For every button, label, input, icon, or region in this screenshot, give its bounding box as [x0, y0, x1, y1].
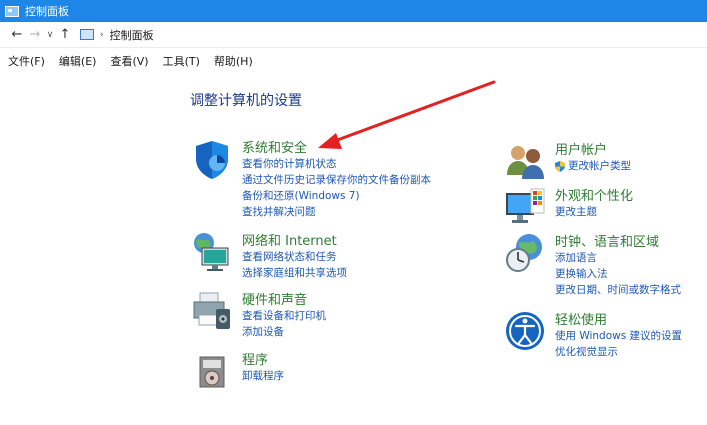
title-bar: 控制面板 — [0, 0, 707, 22]
control-panel-small-icon — [80, 29, 94, 40]
breadcrumb-control-panel[interactable]: 控制面板 — [110, 27, 154, 43]
breadcrumb-chevron-icon[interactable]: › — [100, 30, 104, 40]
up-arrow-icon[interactable]: ↑ — [56, 26, 74, 44]
link-file-history[interactable]: 通过文件历史记录保存你的文件备份副本 — [242, 172, 431, 188]
category-title[interactable]: 网络和 Internet — [242, 230, 337, 249]
category-title[interactable]: 程序 — [242, 349, 268, 368]
menu-edit[interactable]: 编辑(E) — [59, 53, 97, 69]
page-title: 调整计算机的设置 — [190, 93, 302, 109]
users-icon[interactable] — [503, 139, 547, 183]
link-change-account-type[interactable]: 更改帐户类型 — [555, 158, 631, 174]
menu-help[interactable]: 帮助(H) — [214, 53, 253, 69]
category-title[interactable]: 外观和个性化 — [555, 185, 633, 204]
category-title[interactable]: 轻松使用 — [555, 309, 607, 328]
printer-icon[interactable] — [190, 289, 234, 333]
link-network-status[interactable]: 查看网络状态和任务 — [242, 249, 347, 265]
link-optimize-display[interactable]: 优化视觉显示 — [555, 344, 682, 360]
category-links: 更改帐户类型 — [555, 158, 631, 174]
link-change-theme[interactable]: 更改主题 — [555, 204, 597, 220]
menu-view[interactable]: 查看(V) — [110, 53, 148, 69]
link-recommended-settings[interactable]: 使用 Windows 建议的设置 — [555, 328, 682, 344]
navigation-bar: ← → ∨ ↑ › 控制面板 — [0, 22, 707, 48]
display-palette-icon[interactable] — [503, 185, 547, 229]
window-title: 控制面板 — [25, 5, 69, 18]
link-troubleshoot[interactable]: 查找并解决问题 — [242, 204, 431, 220]
control-panel-icon — [5, 5, 19, 17]
category-title[interactable]: 系统和安全 — [242, 137, 307, 156]
menu-tools[interactable]: 工具(T) — [163, 53, 200, 69]
ease-of-access-icon[interactable] — [503, 309, 547, 353]
link-add-device[interactable]: 添加设备 — [242, 324, 326, 340]
category-links: 查看设备和打印机 添加设备 — [242, 308, 326, 340]
link-change-input-method[interactable]: 更换输入法 — [555, 266, 681, 282]
category-links: 卸载程序 — [242, 368, 284, 384]
network-globe-icon[interactable] — [190, 230, 234, 274]
address-box[interactable]: › 控制面板 — [80, 25, 154, 45]
back-arrow-icon[interactable]: ← — [8, 26, 26, 44]
category-title[interactable]: 用户帐户 — [555, 139, 607, 158]
link-backup-restore[interactable]: 备份和还原(Windows 7) — [242, 188, 431, 204]
link-devices-printers[interactable]: 查看设备和打印机 — [242, 308, 326, 324]
category-title[interactable]: 硬件和声音 — [242, 289, 307, 308]
link-date-time-format[interactable]: 更改日期、时间或数字格式 — [555, 282, 681, 298]
programs-icon[interactable] — [190, 349, 234, 393]
category-links: 更改主题 — [555, 204, 597, 220]
category-links: 查看你的计算机状态 通过文件历史记录保存你的文件备份副本 备份和还原(Windo… — [242, 156, 431, 220]
link-view-computer-status[interactable]: 查看你的计算机状态 — [242, 156, 431, 172]
shield-icon[interactable] — [190, 137, 234, 181]
clock-globe-icon[interactable] — [503, 231, 547, 275]
link-homegroup[interactable]: 选择家庭组和共享选项 — [242, 265, 347, 281]
link-label: 更改帐户类型 — [568, 160, 631, 172]
category-links: 添加语言 更换输入法 更改日期、时间或数字格式 — [555, 250, 681, 298]
uac-shield-icon — [555, 160, 565, 172]
menu-file[interactable]: 文件(F) — [8, 53, 45, 69]
chevron-down-icon[interactable]: ∨ — [44, 26, 56, 44]
link-uninstall-program[interactable]: 卸载程序 — [242, 368, 284, 384]
forward-arrow-icon[interactable]: → — [26, 26, 44, 44]
menu-bar: 文件(F) 编辑(E) 查看(V) 工具(T) 帮助(H) — [0, 50, 707, 72]
category-links: 使用 Windows 建议的设置 优化视觉显示 — [555, 328, 682, 360]
link-add-language[interactable]: 添加语言 — [555, 250, 681, 266]
category-title[interactable]: 时钟、语言和区域 — [555, 231, 659, 250]
category-links: 查看网络状态和任务 选择家庭组和共享选项 — [242, 249, 347, 281]
